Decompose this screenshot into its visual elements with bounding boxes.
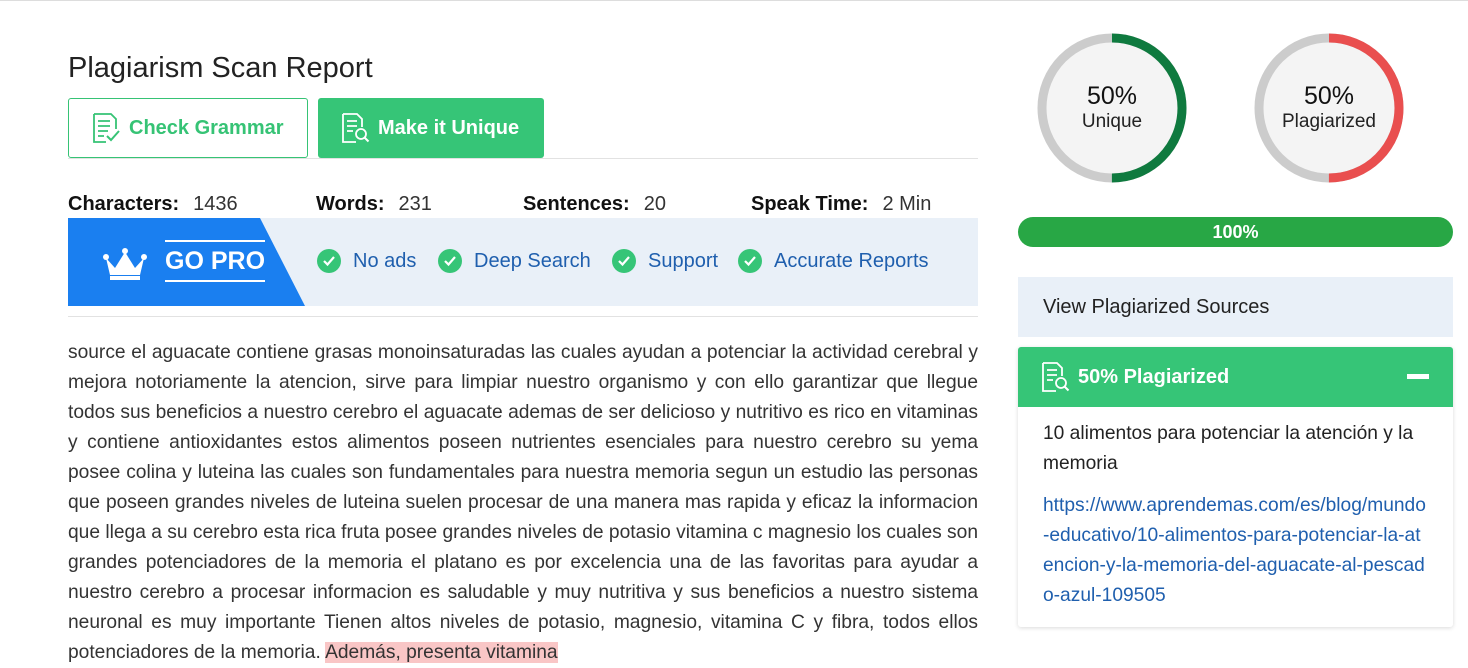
grammar-icon [93,113,120,143]
stat-label: Speak Time: [751,193,869,215]
scanned-text: source el aguacate contiene grasas monoi… [68,338,978,668]
check-icon [438,249,462,273]
source-title: 10 alimentos para potenciar la atención … [1043,423,1414,474]
plagiarized-percent: 50% [1303,82,1355,110]
feature-support: Support [612,249,718,273]
stat-sentences: Sentences: 20 [523,193,666,216]
collapse-icon[interactable] [1407,374,1429,379]
crown-icon [103,248,147,280]
stat-value: 20 [643,193,666,215]
go-pro-label: GO PRO [165,240,266,282]
feature-no-ads: No ads [317,249,416,273]
source-card-title: 50% Plagiarized [1078,365,1230,388]
check-icon [317,249,341,273]
make-unique-button[interactable]: Make it Unique [318,98,544,158]
unique-label: Unique [1081,111,1143,132]
stat-label: Sentences: [523,193,630,215]
divider [68,158,978,159]
check-grammar-button[interactable]: Check Grammar [68,98,308,158]
feature-label: Deep Search [474,249,591,272]
feature-label: No ads [353,249,417,272]
check-icon [738,249,762,273]
plagiarized-label: Plagiarized [1282,111,1376,132]
stat-value: 1436 [193,193,238,215]
check-grammar-label: Check Grammar [129,116,284,139]
stat-words: Words: 231 [316,193,432,216]
page-title: Plagiarism Scan Report [68,52,373,85]
feature-accurate-reports: Accurate Reports [738,249,929,273]
source-card-header[interactable]: 50% Plagiarized [1018,347,1453,407]
document-search-icon [1042,362,1070,392]
source-card: 50% Plagiarized 10 alimentos para potenc… [1018,347,1453,627]
divider [68,316,978,317]
unique-donut: 50% Unique [1037,33,1187,183]
feature-label: Accurate Reports [774,249,929,272]
view-plagiarized-sources[interactable]: View Plagiarized Sources [1018,277,1453,337]
progress-bar: 100% [1018,217,1453,247]
go-pro-badge[interactable]: GO PRO [68,218,305,306]
feature-label: Support [648,249,719,272]
stat-speak-time: Speak Time: 2 Min [751,193,931,216]
stat-value: 231 [398,193,432,215]
stat-label: Words: [316,193,385,215]
go-pro-banner[interactable]: GO PRO No ads Deep Search Support Accura… [68,218,978,306]
source-link[interactable]: https://www.aprendemas.com/es/blog/mundo… [1043,491,1428,611]
unique-percent: 50% [1086,82,1138,110]
stat-value: 2 Min [882,193,932,215]
stat-label: Characters: [68,193,180,215]
check-icon [612,249,636,273]
feature-deep-search: Deep Search [438,249,591,273]
document-search-icon [342,113,370,143]
make-unique-label: Make it Unique [378,116,520,139]
scanned-text-body: source el aguacate contiene grasas monoi… [68,342,978,663]
stat-characters: Characters: 1436 [68,193,238,216]
plagiarized-highlight[interactable]: Además, presenta vitamina [325,642,558,663]
plagiarized-donut: 50% Plagiarized [1254,33,1404,183]
